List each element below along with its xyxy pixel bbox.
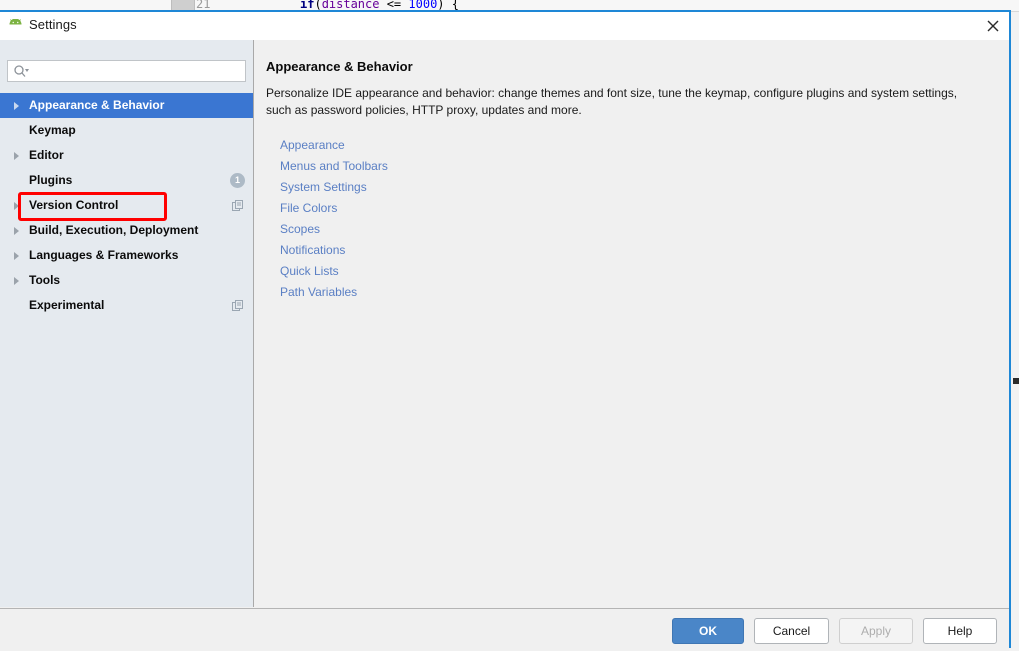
sidebar-item-label: Editor xyxy=(29,148,64,162)
sidebar-item-version-control[interactable]: Version Control xyxy=(0,193,253,218)
settings-link-menus-and-toolbars[interactable]: Menus and Toolbars xyxy=(280,156,388,177)
settings-link-appearance[interactable]: Appearance xyxy=(280,135,388,156)
settings-dialog: Settings Appearance & Behavior Keymap Edit… xyxy=(0,10,1011,651)
search-input[interactable] xyxy=(34,61,244,83)
sidebar-item-label: Build, Execution, Deployment xyxy=(29,223,199,237)
sidebar-item-label: Plugins xyxy=(29,173,73,187)
settings-link-list: Appearance Menus and Toolbars System Setti… xyxy=(280,135,388,303)
sidebar-item-label: Keymap xyxy=(29,123,76,137)
settings-sidebar: Appearance & Behavior Keymap Editor Plugins… xyxy=(0,40,254,607)
settings-tree: Appearance & Behavior Keymap Editor Plugins… xyxy=(0,93,253,318)
sidebar-item-label: Appearance & Behavior xyxy=(29,98,165,112)
search-icon xyxy=(14,65,29,77)
sidebar-item-languages-frameworks[interactable]: Languages & Frameworks xyxy=(0,243,253,268)
edge-marker xyxy=(1013,378,1019,384)
apply-button: Apply xyxy=(839,618,913,644)
dialog-title: Settings xyxy=(29,17,77,32)
ok-button[interactable]: OK xyxy=(672,618,744,644)
sidebar-item-experimental[interactable]: Experimental xyxy=(0,293,253,318)
sidebar-item-appearance-behavior[interactable]: Appearance & Behavior xyxy=(0,93,253,118)
chevron-right-icon xyxy=(14,252,19,260)
close-icon[interactable] xyxy=(979,14,1007,38)
close-icon-glyph xyxy=(987,20,999,32)
settings-content-panel: Appearance & Behavior Personalize IDE ap… xyxy=(255,40,1009,607)
dialog-button-bar: OK Cancel Apply Help xyxy=(0,608,1009,651)
sidebar-item-label: Version Control xyxy=(29,198,119,212)
sidebar-item-plugins[interactable]: Plugins 1 xyxy=(0,168,253,193)
android-icon xyxy=(9,19,22,25)
copy-icon xyxy=(232,200,243,211)
chevron-right-icon xyxy=(14,102,19,110)
chevron-right-icon xyxy=(14,277,19,285)
chevron-right-icon xyxy=(14,152,19,160)
chevron-right-icon xyxy=(14,227,19,235)
page-description: Personalize IDE appearance and behavior:… xyxy=(266,86,958,117)
sidebar-item-build-execution-deployment[interactable]: Build, Execution, Deployment xyxy=(0,218,253,243)
update-count-badge: 1 xyxy=(230,173,245,188)
settings-link-system-settings[interactable]: System Settings xyxy=(280,177,388,198)
page-title: Appearance & Behavior xyxy=(266,59,413,74)
settings-link-notifications[interactable]: Notifications xyxy=(280,240,388,261)
search-box[interactable] xyxy=(7,60,246,83)
sidebar-item-label: Experimental xyxy=(29,298,105,312)
sidebar-item-label: Tools xyxy=(29,273,61,287)
sidebar-item-label: Languages & Frameworks xyxy=(29,248,179,262)
settings-link-file-colors[interactable]: File Colors xyxy=(280,198,388,219)
settings-link-path-variables[interactable]: Path Variables xyxy=(280,282,388,303)
chevron-right-icon xyxy=(14,202,19,210)
settings-link-quick-lists[interactable]: Quick Lists xyxy=(280,261,388,282)
dialog-title-bar: Settings xyxy=(0,12,1009,40)
settings-link-scopes[interactable]: Scopes xyxy=(280,219,388,240)
cancel-button[interactable]: Cancel xyxy=(754,618,829,644)
sidebar-item-keymap[interactable]: Keymap xyxy=(0,118,253,143)
sidebar-item-editor[interactable]: Editor xyxy=(0,143,253,168)
copy-icon xyxy=(232,300,243,311)
help-button[interactable]: Help xyxy=(923,618,997,644)
sidebar-item-tools[interactable]: Tools xyxy=(0,268,253,293)
